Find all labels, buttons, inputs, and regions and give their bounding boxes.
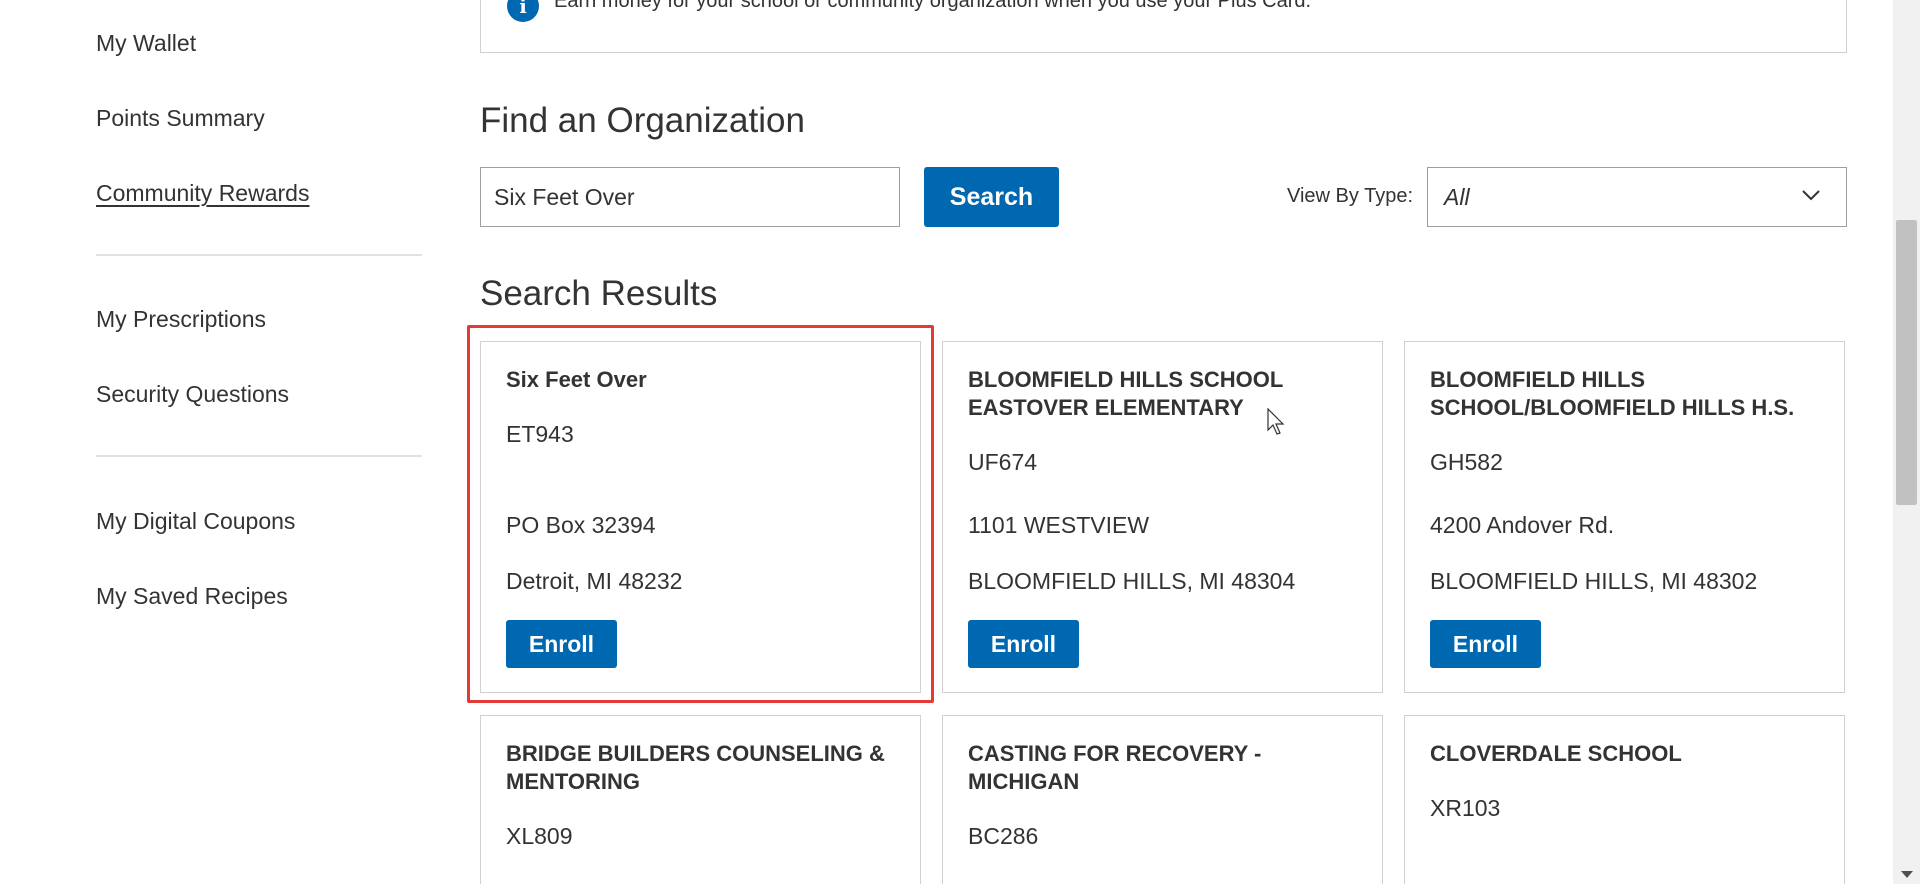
organization-name: BRIDGE BUILDERS COUNSELING & MENTORING xyxy=(506,741,885,794)
organization-code: UF674 xyxy=(968,449,1038,475)
organization-code: XL809 xyxy=(506,823,573,849)
organization-code: XR103 xyxy=(1430,795,1501,821)
organization-address-line1: 4200 Andover Rd. xyxy=(1430,512,1615,538)
organization-address-line2: BLOOMFIELD HILLS, MI 48302 xyxy=(1430,568,1758,594)
organization-name: BLOOMFIELD HILLS SCHOOL EASTOVER ELEMENT… xyxy=(968,367,1283,420)
sidebar-item-community-rewards[interactable]: Community Rewards xyxy=(96,180,309,207)
view-by-type-value: All xyxy=(1444,184,1470,210)
organization-card: CLOVERDALE SCHOOL XR103 xyxy=(1404,715,1845,884)
sidebar-item-my-wallet[interactable]: My Wallet xyxy=(96,30,196,57)
scroll-down-arrow-icon[interactable] xyxy=(1901,871,1913,878)
organization-card: BLOOMFIELD HILLS SCHOOL/BLOOMFIELD HILLS… xyxy=(1404,341,1845,693)
info-icon: i xyxy=(507,0,539,22)
sidebar-item-my-saved-recipes[interactable]: My Saved Recipes xyxy=(96,583,288,610)
sidebar-divider xyxy=(96,254,422,256)
organization-code: ET943 xyxy=(506,421,574,447)
organization-card: Six Feet Over ET943 PO Box 32394 Detroit… xyxy=(480,341,921,693)
organization-code: BC286 xyxy=(968,823,1039,849)
sidebar-item-my-digital-coupons[interactable]: My Digital Coupons xyxy=(96,508,295,535)
search-button[interactable]: Search xyxy=(924,167,1059,227)
organization-code: GH582 xyxy=(1430,449,1503,475)
mouse-cursor-icon xyxy=(1267,408,1285,435)
organization-card: CASTING FOR RECOVERY - MICHIGAN BC286 xyxy=(942,715,1383,884)
sidebar-item-security-questions[interactable]: Security Questions xyxy=(96,381,289,408)
view-by-type-select[interactable]: All xyxy=(1427,167,1847,227)
organization-address-line1: 1101 WESTVIEW xyxy=(968,512,1150,538)
organization-address-line2: Detroit, MI 48232 xyxy=(506,568,683,594)
organization-name: CASTING FOR RECOVERY - MICHIGAN xyxy=(968,741,1262,794)
organization-address-line1: PO Box 32394 xyxy=(506,512,656,538)
organization-card: BLOOMFIELD HILLS SCHOOL EASTOVER ELEMENT… xyxy=(942,341,1383,693)
organization-name: BLOOMFIELD HILLS SCHOOL/BLOOMFIELD HILLS… xyxy=(1430,367,1795,420)
scrollbar-thumb[interactable] xyxy=(1896,220,1917,505)
view-by-type-label: View By Type: xyxy=(1287,185,1413,207)
search-results-heading: Search Results xyxy=(480,274,718,313)
info-banner-text: Earn money for your school or community … xyxy=(554,0,1312,12)
organization-name: Six Feet Over xyxy=(506,367,647,392)
enroll-button[interactable]: Enroll xyxy=(968,620,1079,668)
page-scrollbar[interactable] xyxy=(1893,0,1920,884)
find-organization-heading: Find an Organization xyxy=(480,101,805,140)
organization-card: BRIDGE BUILDERS COUNSELING & MENTORING X… xyxy=(480,715,921,884)
organization-name: CLOVERDALE SCHOOL xyxy=(1430,741,1682,766)
sidebar-divider xyxy=(96,455,422,457)
sidebar-item-points-summary[interactable]: Points Summary xyxy=(96,105,265,132)
sidebar-item-my-prescriptions[interactable]: My Prescriptions xyxy=(96,306,266,333)
enroll-button[interactable]: Enroll xyxy=(506,620,617,668)
chevron-down-icon xyxy=(1802,190,1820,201)
organization-address-line2: BLOOMFIELD HILLS, MI 48304 xyxy=(968,568,1296,594)
enroll-button[interactable]: Enroll xyxy=(1430,620,1541,668)
organization-search-input[interactable] xyxy=(480,167,900,227)
info-banner: i Earn money for your school or communit… xyxy=(480,0,1847,53)
